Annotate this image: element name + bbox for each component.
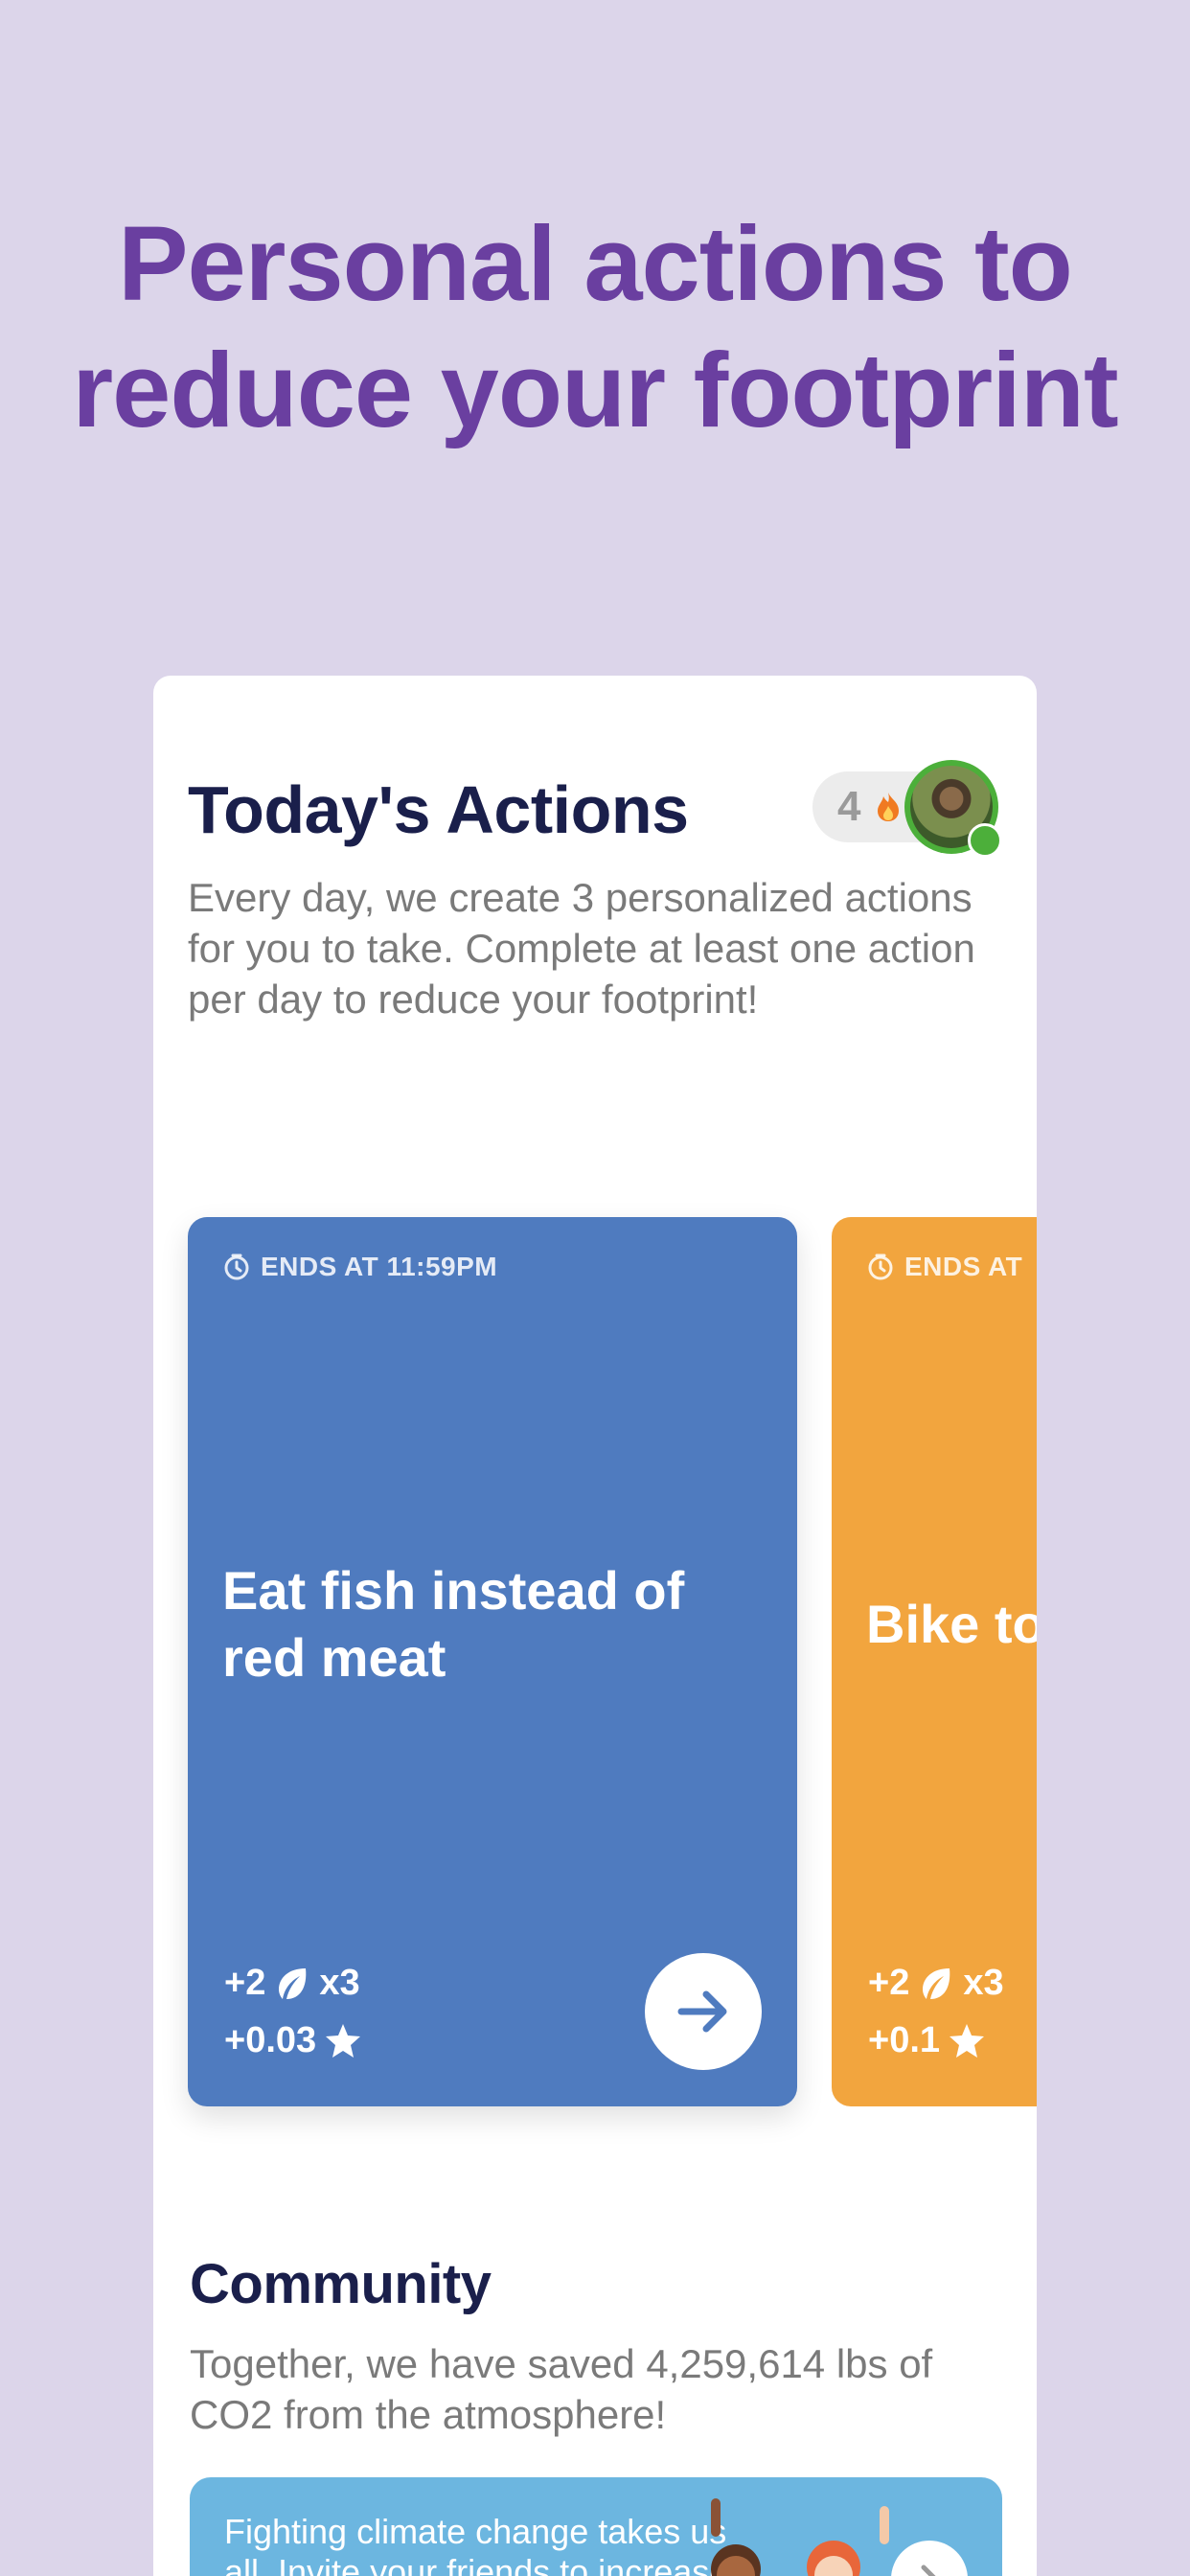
- star-reward: +0.03: [224, 2020, 370, 2061]
- app-content-card: Today's Actions 4 Every day, we create 3…: [153, 676, 1037, 2576]
- clock-icon: [224, 1254, 249, 1280]
- action-title: Bike to: [866, 1594, 1037, 1654]
- headline-line-1: Personal actions to: [118, 205, 1073, 323]
- star-icon: [326, 2023, 361, 2058]
- todays-actions-description: Every day, we create 3 personalized acti…: [188, 875, 975, 1022]
- leaf-multiplier: x3: [319, 1963, 360, 2003]
- leaf-badge-icon: [968, 823, 1002, 858]
- chevron-right-icon: [921, 2564, 936, 2576]
- leaf-reward: +2 x3: [224, 1963, 360, 2004]
- deadline-label: ENDS AT 11:59PM: [261, 1252, 498, 1281]
- invite-friends-banner[interactable]: Fighting climate change takes us all. In…: [190, 2477, 1002, 2576]
- invite-text: Fighting climate change takes us all. In…: [224, 2512, 729, 2576]
- leaf-points: +2: [868, 1963, 910, 2003]
- star-points: +0.1: [868, 2020, 941, 2060]
- flame-icon: [878, 793, 899, 821]
- action-card-bike[interactable]: ENDS AT Bike to +2 x3 +0.1: [832, 1217, 1037, 2106]
- star-points: +0.03: [224, 2020, 317, 2060]
- action-card-fish[interactable]: ENDS AT 11:59PM Eat fish instead of red …: [188, 1217, 797, 2106]
- deadline-row: ENDS AT 11:59PM: [222, 1252, 497, 1282]
- leaf-points: +2: [224, 1963, 266, 2003]
- leaf-reward: +2 x3: [868, 1963, 1004, 2004]
- leaf-icon: [279, 1967, 307, 1999]
- streak-count: 4: [837, 783, 861, 830]
- community-title: Community: [190, 2253, 492, 2315]
- star-icon: [950, 2023, 985, 2058]
- deadline-label: ENDS AT: [904, 1252, 1023, 1281]
- user-avatar[interactable]: [904, 760, 1002, 858]
- arrow-right-icon: [677, 1990, 727, 2033]
- deadline-row: ENDS AT: [866, 1252, 1022, 1282]
- people-illustration: [711, 2498, 889, 2576]
- leaf-icon: [923, 1967, 950, 1999]
- promo-headline: Personal actions to reduce your footprin…: [0, 201, 1190, 454]
- action-title: Eat fish instead of red meat: [222, 1560, 685, 1688]
- leaf-multiplier: x3: [963, 1963, 1004, 2003]
- todays-actions-title: Today's Actions: [188, 772, 689, 847]
- app-screen: Personal actions to reduce your footprin…: [0, 0, 1190, 2576]
- start-action-button[interactable]: [645, 1953, 762, 2070]
- clock-icon: [868, 1254, 893, 1280]
- headline-line-2: reduce your footprint: [72, 332, 1118, 449]
- star-reward: +0.1: [868, 2020, 994, 2061]
- community-description: Together, we have saved 4,259,614 lbs of…: [190, 2341, 933, 2437]
